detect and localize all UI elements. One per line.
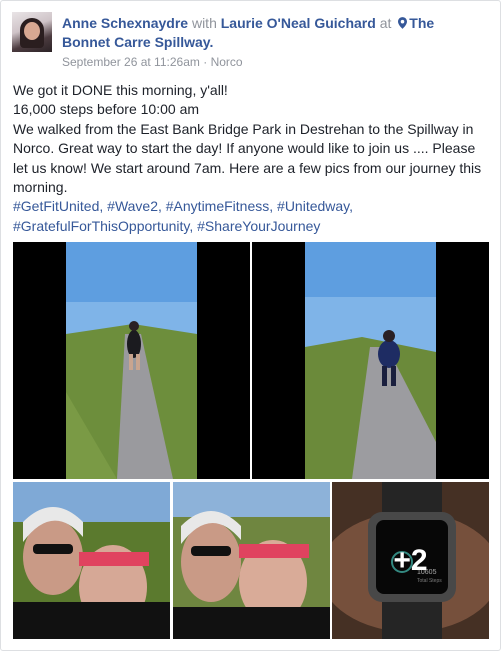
photo-fitness-watch[interactable]: 10605 Total Steps +2 bbox=[332, 482, 489, 639]
hashtags-line[interactable]: #GratefulForThisOpportunity, #ShareYourJ… bbox=[13, 217, 495, 236]
meta-separator: · bbox=[203, 55, 208, 69]
avatar-face bbox=[24, 22, 40, 40]
post-meta: September 26 at 11:26am · Norco bbox=[62, 55, 243, 69]
with-text: with bbox=[191, 15, 217, 31]
photo-runner-1[interactable] bbox=[13, 242, 250, 479]
post-text-line: We got it DONE this morning, y'all! bbox=[13, 82, 228, 98]
photo-selfie-2-image bbox=[173, 482, 330, 639]
post-text-line: Norco. Great way to start the day! If an… bbox=[13, 140, 476, 157]
post-text-line: We walked from the East Bank Bridge Park… bbox=[13, 120, 474, 137]
post-text-line: let us know! We start around 7am. Here a… bbox=[13, 159, 482, 176]
author-name-link[interactable]: Anne Schexnaydre bbox=[62, 15, 188, 31]
more-photos-count: +2 bbox=[393, 543, 428, 577]
hashtags-line[interactable]: #GetFitUnited, #Wave2, #AnytimeFitness, … bbox=[13, 197, 495, 216]
photo-runner-2[interactable] bbox=[252, 242, 489, 479]
post-location-link[interactable]: Norco bbox=[211, 55, 243, 69]
location-pin-icon bbox=[398, 17, 408, 29]
author-avatar[interactable] bbox=[12, 12, 52, 52]
photo-selfie-1-image bbox=[13, 482, 170, 639]
post-headline: Anne Schexnaydre with Laurie O'Neal Guic… bbox=[62, 14, 482, 52]
photo-selfie-1[interactable] bbox=[13, 482, 170, 639]
post-text: We got it DONE this morning, y'all! 16,0… bbox=[13, 81, 495, 236]
photo-selfie-2[interactable] bbox=[173, 482, 330, 639]
post-timestamp-link[interactable]: September 26 at 11:26am bbox=[62, 55, 200, 69]
tagged-friend-link[interactable]: Laurie O'Neal Guichard bbox=[221, 15, 376, 31]
photo-runner-2-image bbox=[252, 242, 489, 479]
post-card: Anne Schexnaydre with Laurie O'Neal Guic… bbox=[0, 0, 501, 651]
post-text-line: 16,000 steps before 10:00 am bbox=[13, 101, 200, 118]
at-text: at bbox=[379, 15, 392, 31]
photo-runner-1-image bbox=[13, 242, 250, 479]
more-photos-overlay[interactable]: +2 bbox=[332, 482, 489, 639]
post-text-line: morning. bbox=[13, 179, 68, 196]
